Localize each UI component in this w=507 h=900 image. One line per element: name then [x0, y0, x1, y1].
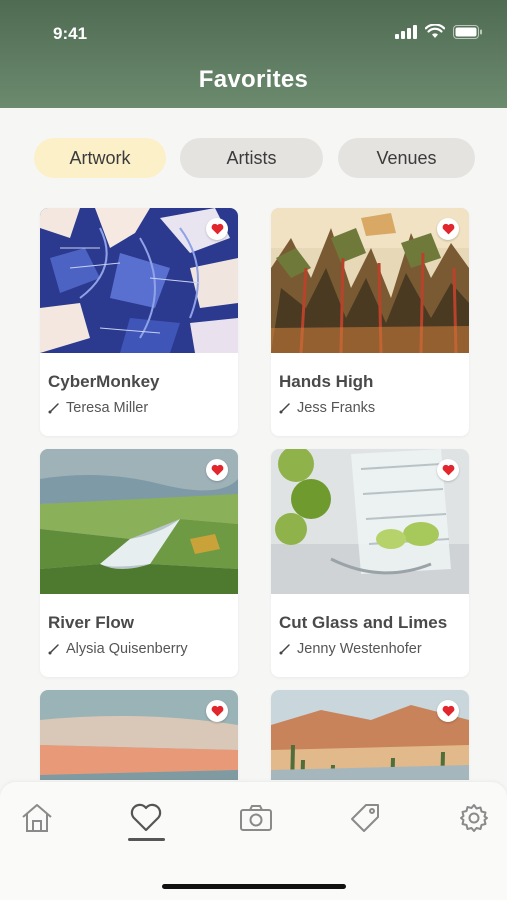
bottom-nav — [0, 782, 507, 900]
home-indicator — [162, 884, 346, 889]
artist-name: Jess Franks — [297, 400, 376, 416]
artwork-card[interactable] — [271, 690, 469, 780]
gear-icon — [460, 804, 488, 832]
artwork-title: River Flow — [48, 613, 134, 632]
tag-icon — [351, 804, 379, 832]
artist-line: Alysia Quisenberry — [48, 641, 188, 657]
active-tab-indicator — [128, 838, 165, 841]
artwork-card-river-flow[interactable]: River Flow Alysia Quisenberry — [40, 449, 238, 677]
camera-icon — [240, 805, 272, 831]
heart-filled-icon — [211, 223, 223, 235]
nav-camera-button[interactable] — [236, 798, 276, 838]
heart-icon — [130, 803, 162, 832]
favorite-heart-button[interactable] — [206, 459, 228, 481]
artwork-title: Cut Glass and Limes — [279, 613, 448, 632]
artwork-title: CyberMonkey — [48, 372, 160, 391]
heart-filled-icon — [211, 705, 223, 717]
nav-home-button[interactable] — [17, 798, 57, 838]
home-icon — [22, 804, 52, 832]
heart-filled-icon — [442, 464, 454, 476]
favorite-heart-button[interactable] — [437, 459, 459, 481]
artist-line: Jenny Westenhofer — [279, 641, 422, 657]
brush-icon — [48, 403, 59, 414]
nav-settings-button[interactable] — [454, 798, 494, 838]
favorite-heart-button[interactable] — [206, 218, 228, 240]
artist-line: Jess Franks — [279, 400, 375, 416]
artwork-card-cybermonkey[interactable]: CyberMonkey Teresa Miller — [40, 208, 238, 436]
artist-line: Teresa Miller — [48, 400, 148, 416]
artwork-card[interactable] — [40, 690, 238, 780]
favorite-heart-button[interactable] — [206, 700, 228, 722]
artwork-title: Hands High — [279, 372, 374, 391]
favorite-heart-button[interactable] — [437, 700, 459, 722]
favorite-heart-button[interactable] — [437, 218, 459, 240]
artwork-card-cut-glass-and-limes[interactable]: Cut Glass and Limes Jenny Westenhofer — [271, 449, 469, 677]
heart-filled-icon — [442, 705, 454, 717]
nav-tags-button[interactable] — [345, 798, 385, 838]
heart-filled-icon — [442, 223, 454, 235]
nav-favorites-button[interactable] — [126, 798, 166, 838]
brush-icon — [48, 644, 59, 655]
brush-icon — [279, 403, 290, 414]
favorites-grid: CyberMonkey Teresa Miller Hands High Jes… — [0, 0, 507, 780]
artist-name: Jenny Westenhofer — [297, 641, 422, 657]
heart-filled-icon — [211, 464, 223, 476]
artwork-card-hands-high[interactable]: Hands High Jess Franks — [271, 208, 469, 436]
brush-icon — [279, 644, 290, 655]
artist-name: Alysia Quisenberry — [66, 641, 188, 657]
artist-name: Teresa Miller — [66, 400, 149, 416]
